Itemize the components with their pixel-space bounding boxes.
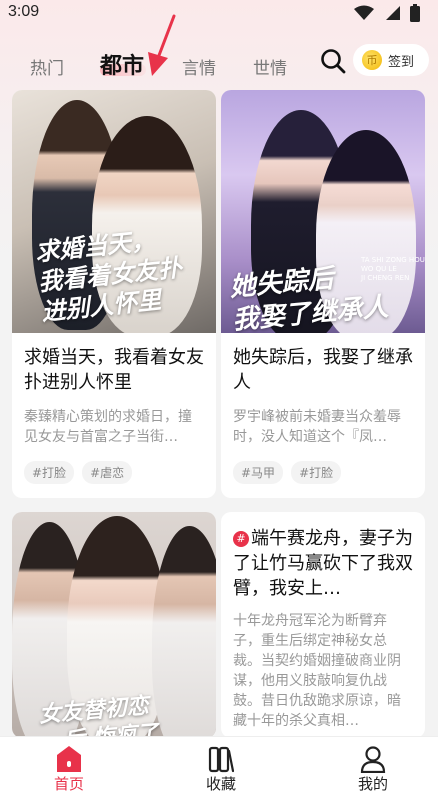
book-tags: #马甲 #打脸 [221,461,425,484]
book-cover: 她失踪后 我娶了继承人 TA SHI ZONG HOU WO QU LE JI … [221,90,425,333]
book-card[interactable]: 女友替初恋 …后 悔疯了 [12,512,216,738]
book-card[interactable]: 求婚当天， 我看着女友扑 进别人怀里 求婚当天，我看着女友扑进别人怀里 秦臻精心… [12,90,216,498]
cover-pinyin-text: TA SHI ZONG HOU WO QU LE JI CHENG REN [361,256,425,282]
wifi-icon [354,5,374,20]
home-icon [57,746,81,772]
nav-bookshelf-label: 收藏 [205,775,236,793]
book-tag[interactable]: #打脸 [24,461,75,484]
pointer-arrow-icon [148,14,176,76]
nav-home[interactable]: 首页 [19,737,119,794]
profile-icon [360,746,386,773]
signin-label: 签到 [388,54,415,70]
book-tag[interactable]: #马甲 [233,461,284,484]
nav-bookshelf[interactable]: 收藏 [171,737,271,794]
book-description: 十年龙舟冠军沦为断臂弃子，重生后绑定神秘女总裁。当契约婚姻撞破商业阴谋，他用义肢… [233,613,401,729]
book-card[interactable]: 她失踪后 我娶了继承人 TA SHI ZONG HOU WO QU LE JI … [221,90,425,498]
tab-romance[interactable]: 言情 [182,54,216,79]
coin-icon: 币 [362,50,382,70]
book-title-text: 端午赛龙舟，妻子为了让竹马赢砍下了我双臂，我安上… [233,528,413,599]
signal-icon [386,6,400,20]
book-card[interactable]: # 端午赛龙舟，妻子为了让竹马赢砍下了我双臂，我安上… 十年龙舟冠军沦为断臂弃子，… [221,512,425,738]
status-icons [354,4,420,22]
nav-profile[interactable]: 我的 [323,737,423,794]
hashtag-badge-icon: # [233,531,249,547]
search-icon[interactable] [320,48,346,74]
nav-profile-label: 我的 [357,775,388,793]
bottom-navigation: 首页 收藏 我的 [0,736,438,798]
book-title: 求婚当天，我看着女友扑进别人怀里 [24,347,204,393]
tab-hot[interactable]: 热门 [30,54,64,79]
tab-family[interactable]: 世情 [253,54,287,79]
book-title: # 端午赛龙舟，妻子为了让竹马赢砍下了我双臂，我安上… [221,526,425,601]
tab-city[interactable]: 都市 [100,48,144,80]
status-time: 3:09 [8,3,40,20]
book-title: 她失踪后，我娶了继承人 [233,347,413,393]
bookshelf-icon [208,746,234,773]
book-tag[interactable]: #打脸 [291,461,342,484]
status-bar: 3:09 [0,0,438,28]
book-description: 秦臻精心策划的求婚日，撞见女友与首富之子当街… [24,409,192,445]
signin-button[interactable]: 币 签到 [353,44,429,76]
battery-icon [410,4,420,22]
book-cover: 求婚当天， 我看着女友扑 进别人怀里 [12,90,216,333]
cover-title-text: 求婚当天， 我看着女友扑 进别人怀里 [33,225,184,327]
nav-home-label: 首页 [53,775,84,793]
book-description: 罗宇峰被前未婚妻当众羞辱时，没人知道这个『凤… [233,409,401,445]
book-tags: #打脸 #虐恋 [12,461,216,484]
book-tag[interactable]: #虐恋 [82,461,133,484]
book-cover: 女友替初恋 …后 悔疯了 [12,512,216,738]
